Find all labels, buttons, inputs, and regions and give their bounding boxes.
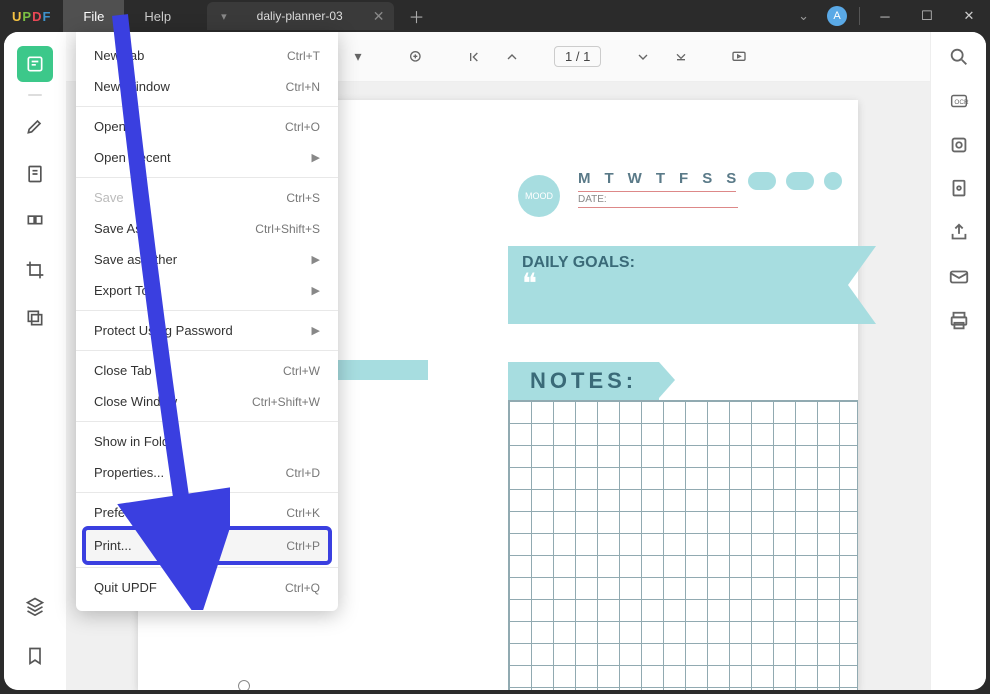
menu-close-window[interactable]: Close WindowCtrl+Shift+W <box>76 386 338 417</box>
daily-goals-banner: DAILY GOALS: ❝ <box>508 246 848 324</box>
weather-icons <box>748 172 842 190</box>
menu-file[interactable]: File <box>63 0 124 32</box>
last-page-icon[interactable] <box>665 41 697 73</box>
page-number-display[interactable]: 1 / 1 <box>554 46 601 67</box>
menu-save-as-other[interactable]: Save as Other▶ <box>76 244 338 275</box>
notes-heading: NOTES: <box>508 362 659 400</box>
menu-new-tab[interactable]: New TabCtrl+T <box>76 40 338 71</box>
svg-text:OCR: OCR <box>954 99 969 106</box>
print-icon[interactable] <box>948 310 970 332</box>
menu-export-to[interactable]: Export To▶ <box>76 275 338 306</box>
quote-icon: ❝ <box>522 274 834 296</box>
crop-tool-icon[interactable] <box>17 252 53 288</box>
email-icon[interactable] <box>948 266 970 288</box>
menu-print[interactable]: Print...Ctrl+P <box>84 528 330 563</box>
compress-icon[interactable] <box>948 134 970 156</box>
menu-save: SaveCtrl+S <box>76 182 338 213</box>
presentation-icon[interactable] <box>723 41 755 73</box>
protect-icon[interactable] <box>948 178 970 200</box>
app-logo: UPDF <box>0 9 63 24</box>
menu-open[interactable]: Open...Ctrl+O <box>76 111 338 142</box>
date-label: DATE: <box>578 194 738 208</box>
user-avatar[interactable]: A <box>827 6 847 26</box>
bookmark-icon[interactable] <box>17 638 53 674</box>
ocr-icon[interactable]: OCR <box>948 90 970 112</box>
edit-tool-icon[interactable] <box>17 156 53 192</box>
dropdown-icon[interactable]: ▾ <box>342 41 374 73</box>
chevron-down-icon[interactable]: ⌄ <box>788 8 819 24</box>
mood-badge: MOOD <box>518 175 560 217</box>
left-sidebar <box>4 32 66 690</box>
reader-tool-icon[interactable] <box>17 46 53 82</box>
file-menu-dropdown: New TabCtrl+T New WindowCtrl+N Open...Ct… <box>76 32 338 611</box>
layers-icon[interactable] <box>17 588 53 624</box>
redact-tool-icon[interactable] <box>17 300 53 336</box>
next-page-icon[interactable] <box>627 41 659 73</box>
menu-properties[interactable]: Properties...Ctrl+D <box>76 457 338 488</box>
new-tab-button[interactable]: ＋ <box>394 4 438 28</box>
share-icon[interactable] <box>948 222 970 244</box>
annotate-tool-icon[interactable] <box>17 108 53 144</box>
daily-goals-heading: DAILY GOALS: <box>522 254 834 272</box>
title-bar: UPDF File Help ▾ daliy-planner-03 ✕ ＋ ⌄ … <box>0 0 990 32</box>
document-tab[interactable]: ▾ daliy-planner-03 ✕ <box>207 2 394 30</box>
menu-new-window[interactable]: New WindowCtrl+N <box>76 71 338 102</box>
menu-protect[interactable]: Protect Using Password▶ <box>76 315 338 346</box>
tab-title: daliy-planner-03 <box>257 9 343 23</box>
window-close-button[interactable]: ✕ <box>948 0 990 32</box>
first-page-icon[interactable] <box>458 41 490 73</box>
menu-preferences[interactable]: Preferences...Ctrl+K <box>76 497 338 528</box>
notes-grid <box>508 400 858 690</box>
zoom-in-icon[interactable] <box>400 41 432 73</box>
search-icon[interactable] <box>948 46 970 68</box>
close-tab-icon[interactable]: ✕ <box>373 8 385 25</box>
menu-quit[interactable]: Quit UPDFCtrl+Q <box>76 572 338 603</box>
tab-strip: ▾ daliy-planner-03 ✕ ＋ <box>207 0 438 32</box>
organize-tool-icon[interactable] <box>17 204 53 240</box>
window-minimize-button[interactable]: ─ <box>864 0 906 32</box>
menu-help[interactable]: Help <box>124 0 191 32</box>
weekday-row: MTWTFSS <box>578 170 736 192</box>
menu-show-in-folder[interactable]: Show in Folder <box>76 426 338 457</box>
menu-save-as[interactable]: Save As...Ctrl+Shift+S <box>76 213 338 244</box>
right-sidebar: OCR <box>930 32 986 690</box>
checklist <box>238 680 250 690</box>
window-maximize-button[interactable]: ☐ <box>906 0 948 32</box>
menu-open-recent[interactable]: Open Recent▶ <box>76 142 338 173</box>
menu-close-tab[interactable]: Close TabCtrl+W <box>76 355 338 386</box>
prev-page-icon[interactable] <box>496 41 528 73</box>
tab-dropdown-icon[interactable]: ▾ <box>221 10 227 23</box>
